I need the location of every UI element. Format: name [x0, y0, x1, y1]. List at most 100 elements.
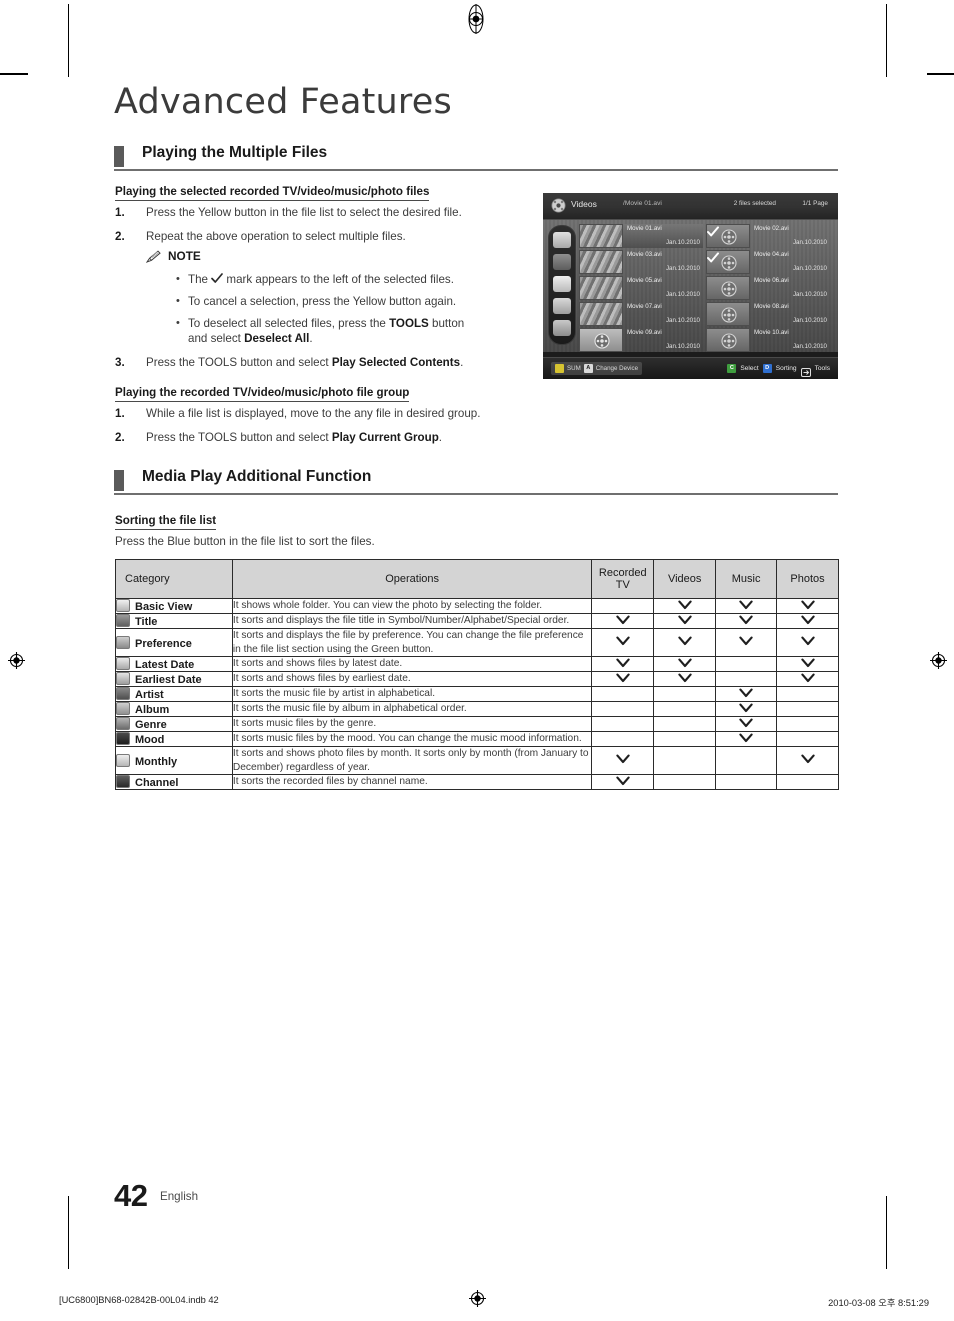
- header-operations: Operations: [231, 559, 593, 599]
- rail-preference-star-icon[interactable]: [553, 320, 571, 336]
- tv-file-cell[interactable]: Movie 10.avi Jan.10.2010: [706, 328, 830, 352]
- row-operations: It sorts music files by the mood. You ca…: [231, 731, 593, 747]
- rail-folder-icon[interactable]: [553, 232, 571, 248]
- row-category-label: Mood: [135, 734, 165, 746]
- rail-latest-date-icon[interactable]: [553, 276, 571, 292]
- cell-recorded-tv: [591, 746, 655, 775]
- title-sort-icon: [116, 614, 130, 627]
- row-operations: It sorts and shows files by latest date.: [231, 656, 593, 672]
- cell-music: [715, 686, 778, 702]
- row-category: Album: [115, 701, 233, 717]
- tv-file-cell[interactable]: Movie 06.avi Jan.10.2010: [706, 276, 830, 300]
- tv-file-thumbnail: [579, 302, 623, 326]
- row-category: Latest Date: [115, 656, 233, 672]
- cell-recorded-tv: [591, 716, 655, 732]
- tv-file-cell[interactable]: Movie 04.avi Jan.10.2010: [706, 250, 830, 274]
- tv-file-meta: Movie 07.avi Jan.10.2010: [623, 302, 703, 326]
- artist-icon: [116, 687, 130, 700]
- step-text: Press the TOOLS button and select Play S…: [146, 355, 535, 370]
- sorting-key[interactable]: D: [762, 364, 772, 373]
- step-number: 3.: [115, 356, 125, 369]
- manual-page: Advanced Features Playing the Multiple F…: [0, 0, 954, 1321]
- cell-videos: [653, 656, 717, 672]
- tv-file-cell[interactable]: Movie 09.avi Jan.10.2010: [579, 328, 703, 352]
- rail-earliest-date-icon[interactable]: [553, 298, 571, 314]
- tv-file-reel-icon: [706, 302, 750, 326]
- tv-file-cell[interactable]: Movie 01.avi Jan.10.2010: [579, 224, 703, 248]
- tv-file-date: Jan.10.2010: [792, 317, 827, 324]
- cell-recorded-tv: [591, 628, 655, 657]
- tv-file-meta: Movie 09.avi Jan.10.2010: [623, 328, 703, 352]
- tv-status-bar: Videos /Movie 01.avi 2 files selected 1/…: [543, 193, 838, 220]
- tv-selected-check-icon: [707, 251, 719, 263]
- folder-icon: [116, 599, 130, 612]
- tv-file-meta: Movie 10.avi Jan.10.2010: [750, 328, 830, 352]
- bullet-text-pre: The: [188, 273, 212, 286]
- bullet3-a: To deselect all selected files, press th…: [188, 317, 390, 330]
- cell-videos: [653, 716, 717, 732]
- select-key[interactable]: C: [727, 364, 737, 373]
- tv-file-cell[interactable]: Movie 02.avi Jan.10.2010: [706, 224, 830, 248]
- section-accent-bar: [114, 470, 124, 491]
- bullet-dot: •: [176, 295, 180, 307]
- row-operations: It sorts and displays the file title in …: [231, 613, 593, 629]
- row-category-label: Genre: [135, 719, 167, 731]
- step-3: 3. Press the TOOLS button and select Pla…: [115, 355, 535, 370]
- cell-photos: [776, 671, 839, 687]
- row-operations: It sorts and shows files by earliest dat…: [231, 671, 593, 687]
- pencil-icon: [145, 250, 161, 264]
- tv-selected-check-icon: [707, 225, 719, 237]
- tv-file-cell[interactable]: Movie 07.avi Jan.10.2010: [579, 302, 703, 326]
- tv-file-cell[interactable]: Movie 08.avi Jan.10.2010: [706, 302, 830, 326]
- tv-file-reel-icon: [706, 328, 750, 352]
- tv-file-cell[interactable]: Movie 05.avi Jan.10.2010: [579, 276, 703, 300]
- calendar-1-icon: [116, 672, 130, 685]
- change-device-key[interactable]: A: [583, 364, 593, 373]
- step-number: 2.: [115, 230, 125, 243]
- cell-music: [715, 746, 778, 775]
- gstep-play-current-keyword: Play Current Group: [331, 431, 439, 444]
- mood-icon: [116, 732, 130, 745]
- gstep-c: button and select: [237, 431, 332, 444]
- row-category: Preference: [115, 628, 233, 657]
- tv-file-reel-icon: [579, 328, 623, 352]
- group-step-1: 1. While a file list is displayed, move …: [115, 406, 535, 421]
- row-operations: It sorts the music file by album in alph…: [231, 701, 593, 717]
- cell-music: [715, 731, 778, 747]
- check-mark-icon: [211, 273, 224, 284]
- page-title: Advanced Features: [114, 82, 452, 122]
- tv-selected-count: 2 files selected: [733, 200, 776, 207]
- sum-key-icon[interactable]: [555, 364, 564, 373]
- tv-file-date: Jan.10.2010: [792, 291, 827, 298]
- subheading-file-group: Playing the recorded TV/video/music/phot…: [115, 386, 410, 402]
- tools-key-icon[interactable]: [800, 364, 811, 377]
- cell-photos: [776, 628, 839, 657]
- sorting-options-table: Category Operations Recorded TV Videos M…: [115, 559, 839, 790]
- sorting-label: Sorting: [775, 365, 797, 372]
- tv-file-name: Movie 06.avi: [754, 277, 789, 284]
- row-category: Genre: [115, 716, 233, 732]
- cell-photos: [776, 716, 839, 732]
- tv-file-cell[interactable]: Movie 03.avi Jan.10.2010: [579, 250, 703, 274]
- tools-label: Tools: [814, 365, 830, 372]
- tv-mode-label: Videos: [571, 199, 597, 209]
- tv-file-name: Movie 07.avi: [627, 303, 662, 310]
- table-row: Title It sorts and displays the file titl…: [115, 613, 839, 629]
- step3-play-selected-keyword: Play Selected Contents: [331, 356, 461, 369]
- header-videos: Videos: [653, 559, 717, 599]
- row-operations: It sorts the music file by artist in alp…: [231, 686, 593, 702]
- bullet3-c: button: [428, 317, 465, 330]
- tv-sort-rail: [548, 225, 576, 345]
- bullet-text: The mark appears to the left of the sele…: [188, 272, 526, 287]
- rail-title-sort-icon[interactable]: [553, 254, 571, 270]
- tv-file-meta: Movie 06.avi Jan.10.2010: [750, 276, 830, 300]
- cell-videos: [653, 613, 717, 629]
- row-category-label: Artist: [135, 689, 164, 701]
- monthly-calendar-icon: [116, 753, 130, 767]
- cell-music: [715, 613, 778, 629]
- videos-disc-icon: [551, 198, 566, 213]
- sorting-intro-text: Press the Blue button in the file list t…: [115, 535, 375, 548]
- step3-a: Press the: [146, 356, 198, 369]
- cell-recorded-tv: [591, 686, 655, 702]
- tv-file-name: Movie 01.avi: [627, 225, 662, 232]
